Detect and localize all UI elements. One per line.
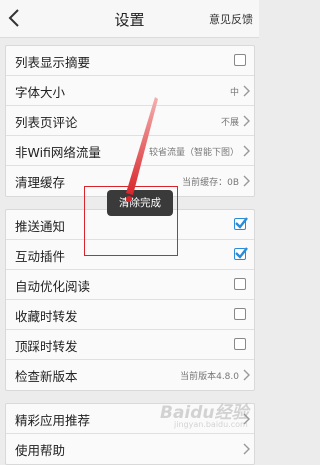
baidu-watermark: Baidu经验 jingyan.baidu.com [160, 398, 255, 438]
arrow-shaft [126, 97, 158, 195]
arrow-tip-dot [126, 196, 132, 202]
annotation-arrow [126, 97, 158, 202]
watermark-url: jingyan.baidu.com [174, 420, 248, 429]
